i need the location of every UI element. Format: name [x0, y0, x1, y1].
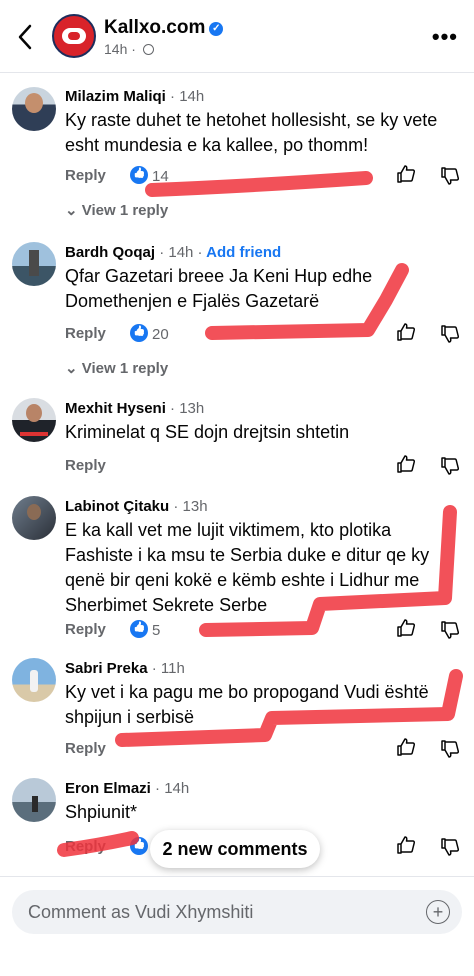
comment-author[interactable]: Sabri Preka: [65, 660, 148, 677]
thumbs-up-icon[interactable]: [396, 322, 416, 342]
comment-time: · 14h: [170, 88, 205, 105]
view-replies-link[interactable]: View 1 reply: [82, 202, 168, 219]
back-arrow-icon[interactable]: [14, 22, 38, 52]
add-friend-button[interactable]: Add friend: [206, 244, 281, 261]
thumbs-up-icon[interactable]: [396, 618, 416, 638]
comment-time: · 14h: [155, 780, 190, 797]
like-count: 5: [152, 622, 161, 639]
like-count: 14: [152, 168, 169, 185]
reply-button[interactable]: Reply: [65, 457, 106, 474]
post-time: 14h ·: [104, 41, 140, 57]
comment-text: E ka kall vet me lujit viktimem, kto plo…: [65, 520, 430, 615]
comment-text: Ky raste duhet te hetohet hollesisht, se…: [65, 110, 438, 155]
avatar[interactable]: [12, 496, 56, 540]
comment-time: · 11h: [151, 660, 185, 677]
thumbs-up-icon[interactable]: [396, 454, 416, 474]
new-comments-pill[interactable]: 2 new comments: [150, 830, 320, 868]
thumbs-down-icon[interactable]: [440, 739, 460, 759]
like-reaction-icon: [130, 837, 148, 855]
thumbs-up-icon[interactable]: [396, 737, 416, 757]
avatar[interactable]: [12, 242, 56, 286]
comment-text: Shpiunit*: [65, 802, 138, 822]
comment-text: Qfar Gazetari breee Ja Keni Hup edhe Dom…: [65, 266, 373, 311]
page-name[interactable]: Kallxo.com: [104, 17, 205, 38]
reply-button[interactable]: Reply: [65, 167, 106, 184]
red-marker-stroke: [145, 171, 373, 197]
comment-text: Kriminelat q SE dojn drejtsin shtetin: [65, 422, 350, 442]
thumbs-down-icon[interactable]: [440, 837, 460, 857]
reply-button[interactable]: Reply: [65, 740, 106, 757]
avatar[interactable]: [12, 87, 56, 131]
reply-button[interactable]: Reply: [65, 621, 106, 638]
like-count: 20: [152, 326, 169, 343]
comment-author[interactable]: Mexhit Hyseni: [65, 400, 166, 417]
comment-author[interactable]: Eron Elmazi: [65, 780, 151, 797]
comment-time: · 13h: [170, 400, 205, 417]
comment-composer-bar: Comment as Vudi Xhymshiti +: [0, 876, 474, 976]
add-attachment-icon[interactable]: +: [426, 900, 450, 924]
comment-time: · 14h ·: [159, 244, 203, 261]
like-reaction-icon: [130, 166, 148, 184]
comment-author[interactable]: Milazim Maliqi: [65, 88, 166, 105]
comment-time: · 13h: [173, 498, 208, 515]
reply-button[interactable]: Reply: [65, 325, 106, 342]
comment-author[interactable]: Bardh Qoqaj: [65, 244, 155, 261]
comment-author[interactable]: Labinot Çitaku: [65, 498, 169, 515]
thumbs-down-icon[interactable]: [440, 166, 460, 186]
view-replies-link[interactable]: View 1 reply: [82, 360, 168, 377]
chevron-down-icon: ⌄: [65, 202, 78, 219]
thumbs-down-icon[interactable]: [440, 456, 460, 476]
avatar[interactable]: [12, 398, 56, 442]
avatar[interactable]: [12, 658, 56, 702]
like-reaction-icon: [130, 324, 148, 342]
comment-text: Ky vet i ka pagu me bo propogand Vudi ës…: [65, 682, 429, 727]
page-logo[interactable]: [52, 14, 96, 58]
like-reaction-icon: [130, 620, 148, 638]
thumbs-down-icon[interactable]: [440, 324, 460, 344]
thumbs-up-icon[interactable]: [396, 835, 416, 855]
chevron-down-icon: ⌄: [65, 360, 78, 377]
thumbs-down-icon[interactable]: [440, 620, 460, 640]
thumbs-up-icon[interactable]: [396, 164, 416, 184]
comment-input[interactable]: Comment as Vudi Xhymshiti +: [12, 890, 462, 934]
verified-badge-icon: ✓: [209, 22, 224, 36]
globe-icon: [142, 44, 154, 55]
comment-input-placeholder: Comment as Vudi Xhymshiti: [28, 902, 254, 922]
reply-button[interactable]: Reply: [65, 838, 106, 855]
post-header: Kallxo.com ✓ 14h · •••: [0, 0, 474, 73]
more-options-icon[interactable]: •••: [432, 24, 458, 50]
avatar[interactable]: [12, 778, 56, 822]
